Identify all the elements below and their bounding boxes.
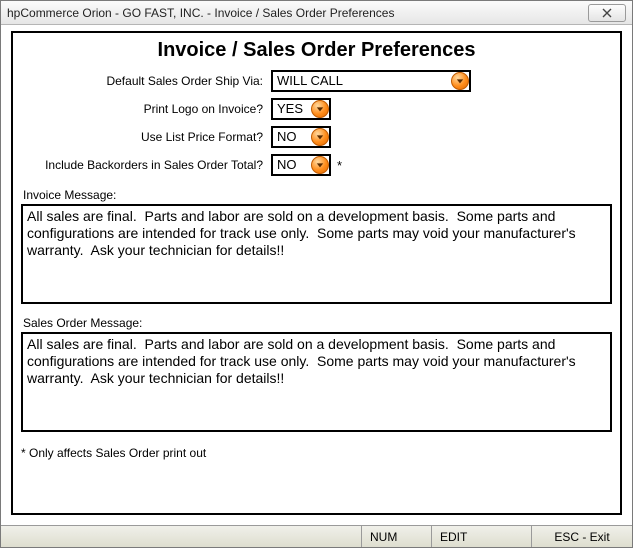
chevron-down-icon: [316, 105, 324, 113]
label-ship-via: Default Sales Order Ship Via:: [21, 74, 271, 88]
combo-print-logo-button[interactable]: [311, 100, 329, 118]
combo-list-price-value: NO: [273, 128, 311, 146]
titlebar: hpCommerce Orion - GO FAST, INC. - Invoi…: [1, 1, 632, 25]
label-include-backorders: Include Backorders in Sales Order Total?: [21, 158, 271, 172]
label-sales-order-message: Sales Order Message:: [23, 316, 612, 330]
statusbar: NUM EDIT ESC - Exit: [1, 525, 632, 547]
label-invoice-message: Invoice Message:: [23, 188, 612, 202]
row-list-price: Use List Price Format? NO: [21, 126, 612, 148]
window-frame: hpCommerce Orion - GO FAST, INC. - Invoi…: [0, 0, 633, 548]
label-list-price: Use List Price Format?: [21, 130, 271, 144]
main-panel: Invoice / Sales Order Preferences Defaul…: [11, 31, 622, 515]
status-num: NUM: [362, 526, 432, 547]
combo-include-backorders-button[interactable]: [311, 156, 329, 174]
status-edit: EDIT: [432, 526, 532, 547]
row-include-backorders: Include Backorders in Sales Order Total?…: [21, 154, 612, 176]
status-spacer: [1, 526, 362, 547]
combo-ship-via-value: WILL CALL: [273, 72, 451, 90]
window-title: hpCommerce Orion - GO FAST, INC. - Invoi…: [7, 6, 588, 20]
combo-list-price-button[interactable]: [311, 128, 329, 146]
combo-ship-via[interactable]: WILL CALL: [271, 70, 471, 92]
client-area: Invoice / Sales Order Preferences Defaul…: [1, 25, 632, 525]
status-exit[interactable]: ESC - Exit: [532, 526, 632, 547]
close-button[interactable]: [588, 4, 626, 22]
form-rows: Default Sales Order Ship Via: WILL CALL …: [21, 70, 612, 182]
include-backorders-note-marker: *: [337, 158, 342, 173]
chevron-down-icon: [316, 161, 324, 169]
combo-include-backorders[interactable]: NO: [271, 154, 331, 176]
page-title: Invoice / Sales Order Preferences: [21, 39, 612, 62]
combo-list-price[interactable]: NO: [271, 126, 331, 148]
footnote: * Only affects Sales Order print out: [21, 446, 612, 460]
chevron-down-icon: [456, 77, 464, 85]
textarea-sales-order-message[interactable]: [21, 332, 612, 432]
chevron-down-icon: [316, 133, 324, 141]
close-icon: [602, 8, 612, 18]
combo-print-logo[interactable]: YES: [271, 98, 331, 120]
textarea-invoice-message[interactable]: [21, 204, 612, 304]
label-print-logo: Print Logo on Invoice?: [21, 102, 271, 116]
row-ship-via: Default Sales Order Ship Via: WILL CALL: [21, 70, 612, 92]
row-print-logo: Print Logo on Invoice? YES: [21, 98, 612, 120]
combo-print-logo-value: YES: [273, 100, 311, 118]
combo-ship-via-button[interactable]: [451, 72, 469, 90]
combo-include-backorders-value: NO: [273, 156, 311, 174]
